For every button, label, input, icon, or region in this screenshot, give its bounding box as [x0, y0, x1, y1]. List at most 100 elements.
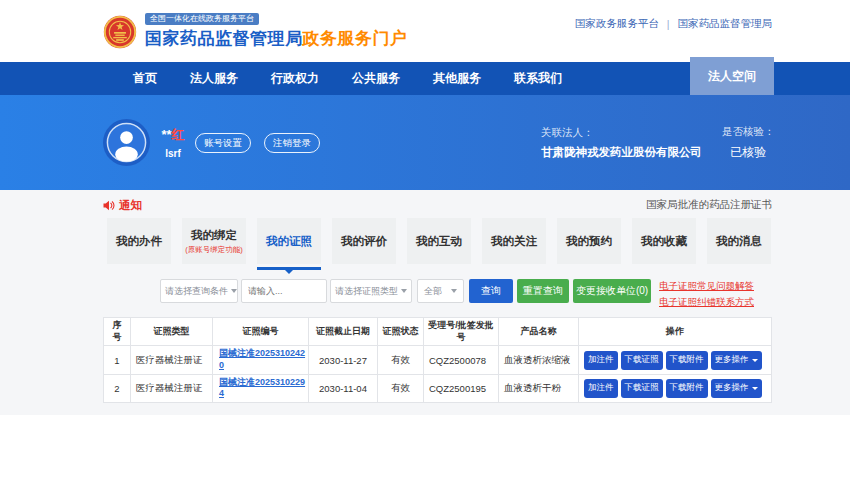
nav-public-services[interactable]: 公共服务 [352, 70, 400, 87]
cell-cert-type: 医疗器械注册证 [131, 346, 213, 374]
tab-my-items[interactable]: 我的办件 [107, 218, 171, 264]
account-settings-button[interactable]: 账号设置 [195, 133, 251, 153]
notice-link[interactable]: 国家局批准的药品注册证书 [646, 198, 772, 212]
link-separator: | [667, 18, 670, 30]
legal-person-label: 关联法人： [541, 126, 702, 140]
cell-acceptance: CQZ2500078 [424, 346, 499, 374]
add-note-button[interactable]: 加注件 [584, 351, 618, 370]
tab-my-follows[interactable]: 我的关注 [482, 218, 546, 264]
speaker-icon [103, 200, 115, 211]
cell-expiry: 2030-11-27 [309, 346, 378, 374]
tab-my-messages[interactable]: 我的消息 [707, 218, 771, 264]
chevron-down-icon [401, 289, 407, 293]
chevron-down-icon [231, 289, 237, 293]
cell-product: 血液透析干粉 [499, 374, 579, 402]
cell-acceptance: CQZ2500195 [424, 374, 499, 402]
cell-actions: 加注件 下载证照 下载附件 更多操作 [579, 346, 772, 374]
contact-link[interactable]: 电子证照纠错联系方式 [659, 296, 754, 309]
more-actions-label: 更多操作 [715, 354, 749, 366]
faq-link[interactable]: 电子证照常见问题解答 [659, 280, 754, 293]
more-actions-button[interactable]: 更多操作 [711, 351, 762, 370]
download-cert-button[interactable]: 下载证照 [621, 351, 663, 370]
certificates-table: 序号 证照类型 证照编号 证照截止日期 证照状态 受理号/批签发批号 产品名称 … [103, 317, 772, 403]
tab-label: 我的关注 [491, 234, 537, 249]
download-attachment-button[interactable]: 下载附件 [666, 351, 708, 370]
col-product: 产品名称 [499, 318, 579, 346]
cert-number-link[interactable]: 国械注准20253102420 [219, 348, 306, 371]
user-login-id: lsrf [158, 148, 188, 159]
tab-my-interaction[interactable]: 我的互动 [407, 218, 471, 264]
table-row: 2 医疗器械注册证 国械注准20253102294 2030-11-04 有效 … [104, 374, 772, 402]
change-receiver-button[interactable]: 变更接收单位(0) [573, 279, 651, 303]
tab-label: 我的互动 [416, 234, 462, 249]
tab-label: 我的消息 [716, 234, 762, 249]
cell-cert-number: 国械注准20253102294 [213, 374, 309, 402]
reset-button[interactable]: 重置查询 [517, 279, 569, 303]
nav-home[interactable]: 首页 [133, 70, 157, 87]
add-note-button[interactable]: 加注件 [584, 379, 618, 398]
help-links: 电子证照常见问题解答 电子证照纠错联系方式 [659, 279, 754, 309]
main-nav: 首页 法人服务 行政权力 公共服务 其他服务 联系我们 法人空间 [0, 62, 850, 95]
verify-status: 已核验 [722, 144, 775, 161]
tab-label: 我的办件 [116, 234, 162, 249]
nav-other-services[interactable]: 其他服务 [433, 70, 481, 87]
table-row: 1 医疗器械注册证 国械注准20253102420 2030-11-27 有效 … [104, 346, 772, 374]
download-attachment-button[interactable]: 下载附件 [666, 379, 708, 398]
col-acceptance: 受理号/批签发批号 [424, 318, 499, 346]
cell-status: 有效 [378, 346, 424, 374]
site-title-secondary: 政务服务门户 [303, 29, 408, 48]
tab-my-binding[interactable]: 我的绑定(原账号绑定功能) [182, 218, 246, 264]
tab-my-evaluation[interactable]: 我的评价 [332, 218, 396, 264]
link-national-gov-platform[interactable]: 国家政务服务平台 [575, 17, 659, 31]
col-cert-type: 证照类型 [131, 318, 213, 346]
cell-actions: 加注件 下载证照 下载附件 更多操作 [579, 374, 772, 402]
col-expiry: 证照截止日期 [309, 318, 378, 346]
download-cert-button[interactable]: 下载证照 [621, 379, 663, 398]
site-title: 国家药品监督管理局政务服务门户 [145, 27, 408, 50]
col-status: 证照状态 [378, 318, 424, 346]
link-nmpa[interactable]: 国家药品监督管理局 [678, 17, 773, 31]
nav-administrative-power[interactable]: 行政权力 [271, 70, 319, 87]
tab-label: 我的评价 [341, 234, 387, 249]
user-display-name: **红 [158, 126, 188, 144]
cell-expiry: 2030-11-04 [309, 374, 378, 402]
tab-my-certificates[interactable]: 我的证照 [257, 218, 321, 264]
notice-label: 通知 [119, 198, 142, 213]
cell-index: 2 [104, 374, 131, 402]
cell-status: 有效 [378, 374, 424, 402]
site-title-primary: 国家药品监督管理局 [145, 29, 303, 48]
tab-label: 我的收藏 [641, 234, 687, 249]
cert-type-select[interactable]: 请选择证照类型 [330, 279, 412, 303]
condition-select[interactable]: 请选择查询条件 [160, 279, 238, 303]
condition-select-value: 请选择查询条件 [165, 285, 228, 298]
cell-product: 血液透析浓缩液 [499, 346, 579, 374]
user-avatar[interactable] [103, 119, 150, 166]
tab-my-appointments[interactable]: 我的预约 [557, 218, 621, 264]
legal-person-info: 关联法人： 甘肃陇神戎发药业股份有限公司 [541, 126, 702, 160]
logout-button[interactable]: 注销登录 [264, 133, 320, 153]
user-name-block: **红 lsrf [158, 126, 188, 159]
more-actions-button[interactable]: 更多操作 [711, 379, 762, 398]
tab-sub-label: (原账号绑定功能) [185, 245, 243, 255]
cell-index: 1 [104, 346, 131, 374]
keyword-input[interactable] [241, 279, 327, 303]
cert-number-link[interactable]: 国械注准20253102294 [219, 377, 306, 400]
tab-my-favorites[interactable]: 我的收藏 [632, 218, 696, 264]
col-actions: 操作 [579, 318, 772, 346]
verify-label: 是否核验： [722, 125, 775, 139]
verify-info: 是否核验： 已核验 [722, 125, 775, 161]
cell-cert-type: 医疗器械注册证 [131, 374, 213, 402]
notice-bar: 通知 国家局批准的药品注册证书 [103, 190, 772, 214]
scope-select[interactable]: 全部 [417, 279, 464, 303]
table-header-row: 序号 证照类型 证照编号 证照截止日期 证照状态 受理号/批签发批号 产品名称 … [104, 318, 772, 346]
legal-person-space-button[interactable]: 法人空间 [690, 57, 774, 95]
filter-bar: 请选择查询条件 请选择证照类型 全部 查询 重置查询 变更接收单位(0) 电子证… [103, 279, 772, 309]
chevron-down-icon [752, 359, 758, 362]
legal-person-name: 甘肃陇神戎发药业股份有限公司 [541, 145, 702, 160]
nav-legal-services[interactable]: 法人服务 [190, 70, 238, 87]
user-banner: **红 lsrf 账号设置 注销登录 关联法人： 甘肃陇神戎发药业股份有限公司 … [0, 95, 850, 190]
user-name-char: 红 [172, 127, 185, 142]
nav-contact-us[interactable]: 联系我们 [514, 70, 562, 87]
scope-select-value: 全部 [424, 285, 442, 298]
search-button[interactable]: 查询 [469, 279, 513, 303]
